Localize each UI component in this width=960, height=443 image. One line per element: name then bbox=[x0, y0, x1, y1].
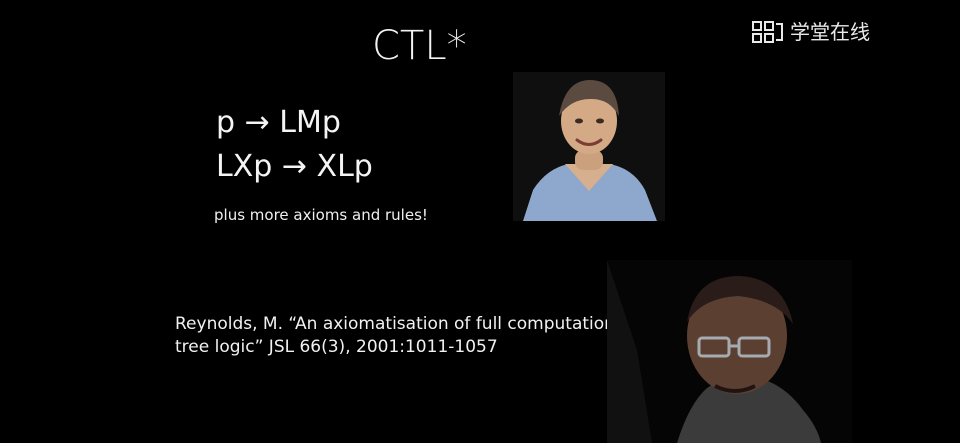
slide-canvas: 学堂在线 CTL* p → LMp LXp → XLp plus more ax… bbox=[0, 0, 960, 443]
reference-citation: Reynolds, M. “An axiomatisation of full … bbox=[175, 314, 631, 357]
person-photo-illustration bbox=[513, 72, 665, 221]
formula-line-1: p → LMp bbox=[216, 105, 341, 140]
xuetangx-logo-icon bbox=[752, 21, 783, 43]
formula-line-2: LXp → XLp bbox=[216, 149, 373, 184]
speaker-video bbox=[607, 260, 852, 443]
person-photo bbox=[513, 72, 665, 221]
speaker-video-illustration bbox=[607, 260, 852, 443]
watermark-text: 学堂在线 bbox=[790, 20, 870, 44]
axioms-note: plus more axioms and rules! bbox=[214, 206, 428, 224]
watermark: 学堂在线 bbox=[752, 20, 870, 44]
slide-title: CTL* bbox=[372, 23, 467, 69]
